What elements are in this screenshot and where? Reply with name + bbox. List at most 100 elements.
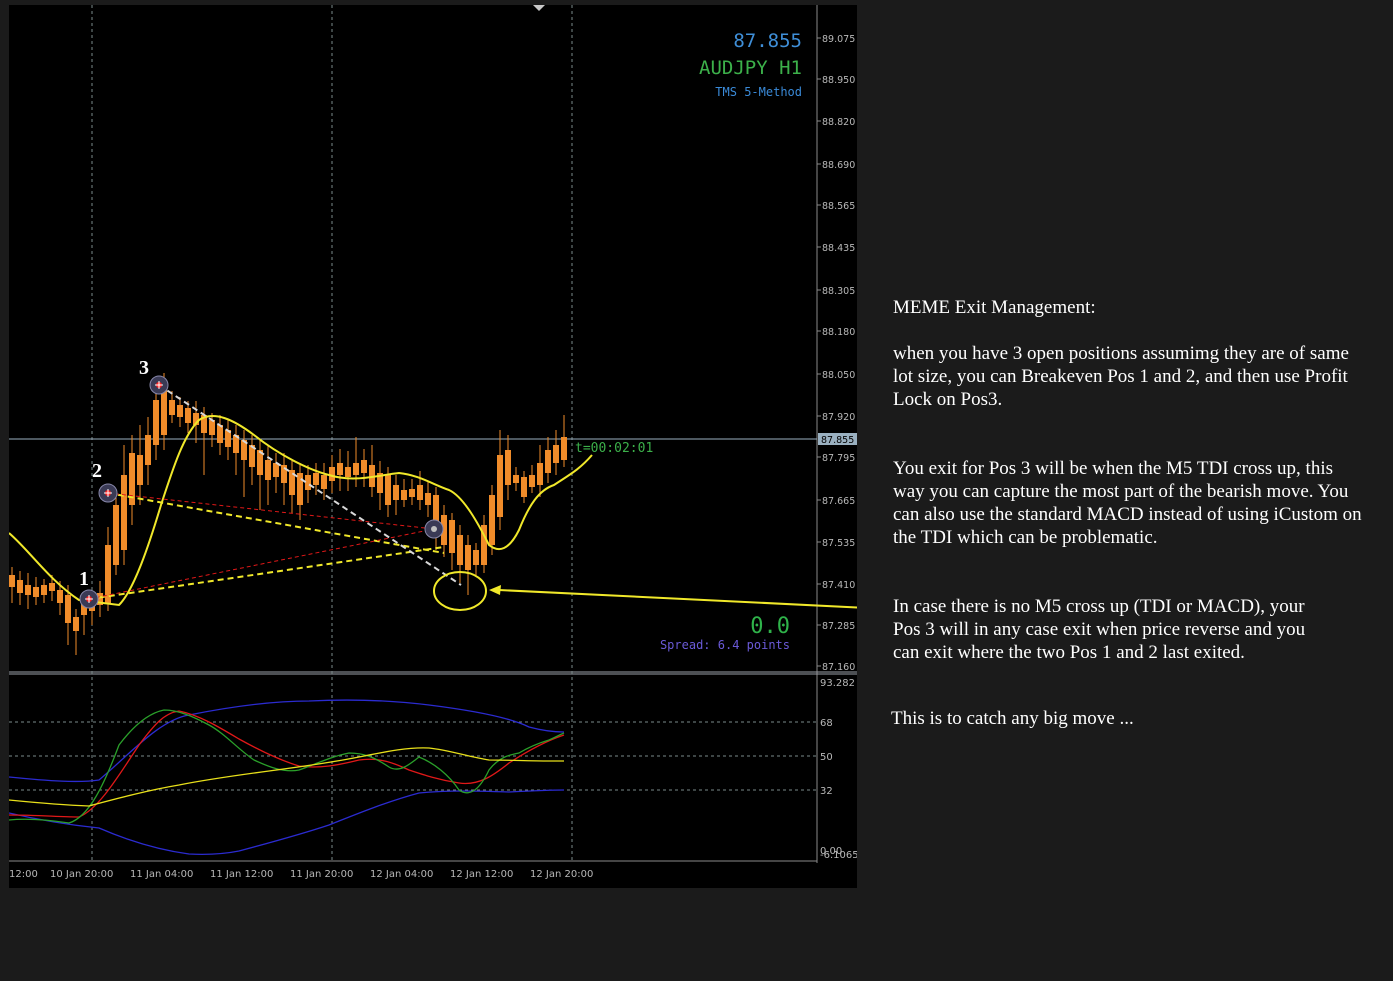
- time-tick: 12 Jan 12:00: [450, 869, 513, 880]
- candle-body: [401, 490, 407, 500]
- price-tick: 87.285: [822, 621, 855, 632]
- position-label-1: 1: [79, 568, 89, 590]
- candle-body: [529, 475, 535, 487]
- candle-body: [209, 420, 215, 435]
- time-tick: 12:00: [9, 869, 38, 880]
- candle-body: [49, 583, 55, 591]
- price-tick: 89.075: [822, 34, 855, 45]
- price-tick: 88.690: [822, 160, 855, 171]
- candle-body: [353, 463, 359, 475]
- price-tick: 88.950: [822, 75, 855, 86]
- candle-body: [185, 408, 191, 423]
- candle-body: [321, 475, 327, 489]
- tdi-indicator: [9, 699, 565, 856]
- indicator-tick: 93.282: [820, 678, 855, 689]
- notes-paragraph-1: when you have 3 open positions assumimg …: [893, 343, 1349, 410]
- candle-body: [457, 535, 463, 565]
- candle-body: [465, 545, 471, 570]
- candle-body: [329, 467, 335, 481]
- candle-body: [25, 585, 31, 595]
- candle-body: [417, 485, 423, 500]
- price-tick: 88.305: [822, 286, 855, 297]
- price-pane[interactable]: [9, 5, 817, 670]
- candle-body: [121, 475, 127, 550]
- indicator-tick: -6.1065: [820, 850, 857, 861]
- notes-paragraph-4: This is to catch any big move ...: [891, 708, 1134, 729]
- exit-marker[interactable]: [424, 519, 444, 539]
- price-axis: 89.075 88.950 88.820 88.690 88.565 88.43…: [822, 34, 855, 673]
- candle-body: [281, 465, 287, 483]
- candle-body: [393, 485, 399, 500]
- candle-body: [57, 590, 63, 603]
- candle-body: [425, 493, 431, 505]
- price-tick: 87.920: [822, 412, 855, 423]
- price-tick: 88.180: [822, 327, 855, 338]
- candle-body: [217, 425, 223, 443]
- indicator-tick: 68: [820, 718, 833, 729]
- candle-body: [553, 445, 559, 463]
- symbol-label: AUDJPY H1: [699, 57, 802, 79]
- indicator-name: TMS 5-Method: [715, 85, 802, 99]
- candle-body: [313, 473, 319, 485]
- position-marker-3[interactable]: [149, 375, 169, 395]
- candle-body: [145, 435, 151, 465]
- candle-body: [409, 489, 415, 497]
- price-tick: 87.535: [822, 538, 855, 549]
- time-tick: 10 Jan 20:00: [50, 869, 113, 880]
- price-tick: 88.050: [822, 370, 855, 381]
- candle-body: [65, 595, 71, 623]
- time-tick: 11 Jan 04:00: [130, 869, 193, 880]
- position-marker-2[interactable]: [98, 483, 118, 503]
- candle-body: [473, 550, 479, 565]
- candle-body: [169, 400, 175, 415]
- candle-body: [537, 463, 543, 485]
- candle-body: [449, 520, 455, 553]
- price-tick: 87.665: [822, 496, 855, 507]
- candle-body: [265, 460, 271, 480]
- candle-body: [337, 463, 343, 475]
- notes-paragraph-2: You exit for Pos 3 will be when the M5 T…: [893, 458, 1362, 548]
- time-axis: 12:00 10 Jan 20:00 11 Jan 04:00 11 Jan 1…: [9, 869, 593, 880]
- candle-body: [17, 580, 23, 593]
- candle-body: [489, 495, 495, 545]
- time-tick: 12 Jan 04:00: [370, 869, 433, 880]
- spread-readout: Spread: 6.4 points: [660, 638, 790, 652]
- indicator-tick: 32: [820, 786, 833, 797]
- candle-body: [513, 475, 519, 483]
- price-tick: 88.565: [822, 201, 855, 212]
- chart-window[interactable]: 1 2 3 87.855 AUDJPY H1 TMS 5-Method t=00…: [9, 5, 857, 888]
- candle-body: [297, 473, 303, 505]
- price-tick: 88.820: [822, 117, 855, 128]
- position-marker-1[interactable]: [79, 589, 99, 609]
- candle-body: [153, 400, 159, 445]
- candle-body: [305, 475, 311, 490]
- candle-body: [561, 437, 567, 460]
- candle-body: [345, 467, 351, 477]
- candle-body: [137, 455, 143, 485]
- candle-body: [41, 585, 47, 595]
- time-tick: 12 Jan 20:00: [530, 869, 593, 880]
- position-label-2: 2: [92, 460, 102, 482]
- position-label-3: 3: [139, 357, 149, 379]
- candle-body: [545, 450, 551, 473]
- candle-body: [33, 587, 39, 597]
- indicator-tick: 50: [820, 752, 833, 763]
- candle-body: [9, 575, 15, 587]
- time-tick: 11 Jan 20:00: [290, 869, 353, 880]
- candle-body: [177, 405, 183, 417]
- notes-title: MEME Exit Management:: [893, 297, 1096, 318]
- candle-body: [385, 475, 391, 505]
- profit-readout: 0.0: [750, 614, 790, 639]
- candle-body: [505, 450, 511, 485]
- candle-body: [273, 463, 279, 477]
- candle-body: [73, 617, 79, 631]
- indicator-axis: 93.282 68 50 32 0.00 -6.1065: [820, 678, 857, 861]
- price-tick: 87.795: [822, 453, 855, 464]
- price-readout: 87.855: [733, 30, 802, 52]
- current-price-tag-text: 87.855: [821, 435, 854, 446]
- price-tick: 87.410: [822, 580, 855, 591]
- candle-body: [521, 477, 527, 497]
- candle-body: [113, 505, 119, 565]
- time-tick: 11 Jan 12:00: [210, 869, 273, 880]
- price-tick: 88.435: [822, 243, 855, 254]
